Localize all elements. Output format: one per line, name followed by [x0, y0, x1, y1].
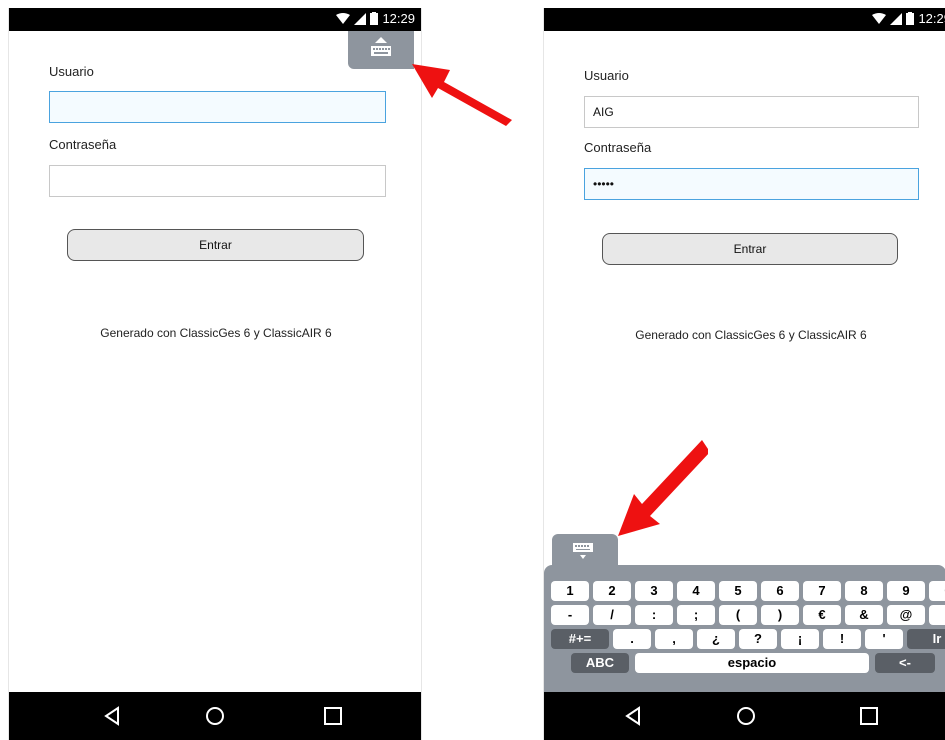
login-button[interactable]: Entrar	[67, 229, 364, 261]
footer-text: Generado con ClassicGes 6 y ClassicAIR 6	[635, 328, 867, 342]
go-key[interactable]: Ir	[907, 629, 945, 649]
key-symbols[interactable]: #+=	[551, 629, 609, 649]
key-colon[interactable]: :	[635, 605, 673, 625]
keyboard-down-icon	[573, 543, 593, 559]
key-question[interactable]: ?	[739, 629, 777, 649]
key-close-paren[interactable]: )	[761, 605, 799, 625]
username-input[interactable]: AIG	[584, 96, 919, 128]
password-input[interactable]: •••••	[584, 168, 919, 200]
key-abc[interactable]: ABC	[571, 653, 629, 673]
battery-icon	[370, 12, 379, 25]
key-0[interactable]: 0	[929, 581, 945, 601]
key-inverted-question[interactable]: ¿	[697, 629, 735, 649]
key-slash[interactable]: /	[593, 605, 631, 625]
username-input[interactable]	[49, 91, 386, 123]
wifi-icon	[336, 12, 351, 24]
status-bar: 12:29	[544, 8, 945, 31]
key-at[interactable]: @	[887, 605, 925, 625]
password-label: Contraseña	[584, 140, 652, 155]
key-7[interactable]: 7	[803, 581, 841, 601]
key-9[interactable]: 9	[887, 581, 925, 601]
key-2[interactable]: 2	[593, 581, 631, 601]
status-time: 12:29	[382, 11, 415, 26]
signal-icon	[890, 12, 903, 25]
username-label: Usuario	[49, 64, 94, 79]
phone-screen-right: 12:29 Usuario AIG Contraseña ••••• Entra…	[543, 8, 945, 740]
signal-icon	[354, 12, 367, 25]
key-open-paren[interactable]: (	[719, 605, 757, 625]
key-comma[interactable]: ,	[655, 629, 693, 649]
username-label: Usuario	[584, 68, 629, 83]
status-time: 12:29	[918, 11, 945, 26]
login-button[interactable]: Entrar	[602, 233, 898, 265]
key-3[interactable]: 3	[635, 581, 673, 601]
key-1[interactable]: 1	[551, 581, 589, 601]
wifi-icon	[872, 12, 887, 24]
key-semicolon[interactable]: ;	[677, 605, 715, 625]
key-euro[interactable]: €	[803, 605, 841, 625]
recents-icon[interactable]	[859, 706, 879, 726]
key-period[interactable]: .	[613, 629, 651, 649]
virtual-keyboard: 1 2 3 4 5 6 7 8 9 0 - / : ; ( ) € & @ " …	[544, 565, 945, 693]
key-5[interactable]: 5	[719, 581, 757, 601]
show-keyboard-tab[interactable]	[348, 31, 414, 69]
back-icon[interactable]	[624, 706, 644, 726]
space-key[interactable]: espacio	[635, 653, 869, 673]
red-arrow-annotation-top	[412, 64, 512, 126]
red-arrow-annotation-bottom	[618, 440, 708, 536]
key-4[interactable]: 4	[677, 581, 715, 601]
key-inverted-exclamation[interactable]: ¡	[781, 629, 819, 649]
key-exclamation[interactable]: !	[823, 629, 861, 649]
footer-text: Generado con ClassicGes 6 y ClassicAIR 6	[100, 326, 332, 340]
keyboard-up-icon	[371, 37, 391, 56]
key-6[interactable]: 6	[761, 581, 799, 601]
key-hyphen[interactable]: -	[551, 605, 589, 625]
recents-icon[interactable]	[323, 706, 343, 726]
key-ampersand[interactable]: &	[845, 605, 883, 625]
battery-icon	[906, 12, 915, 25]
home-icon[interactable]	[736, 706, 756, 726]
nav-bar	[544, 692, 945, 740]
back-icon[interactable]	[103, 706, 123, 726]
phone-screen-left: 12:29 Usuario Contraseña Entrar Generado…	[8, 8, 422, 740]
nav-bar	[9, 692, 421, 740]
backspace-key[interactable]: <-	[875, 653, 935, 673]
home-icon[interactable]	[205, 706, 225, 726]
key-8[interactable]: 8	[845, 581, 883, 601]
password-label: Contraseña	[49, 137, 117, 152]
status-bar: 12:29	[9, 8, 421, 31]
key-quote[interactable]: "	[929, 605, 945, 625]
hide-keyboard-tab[interactable]	[552, 534, 618, 566]
key-apostrophe[interactable]: '	[865, 629, 903, 649]
password-input[interactable]	[49, 165, 386, 197]
